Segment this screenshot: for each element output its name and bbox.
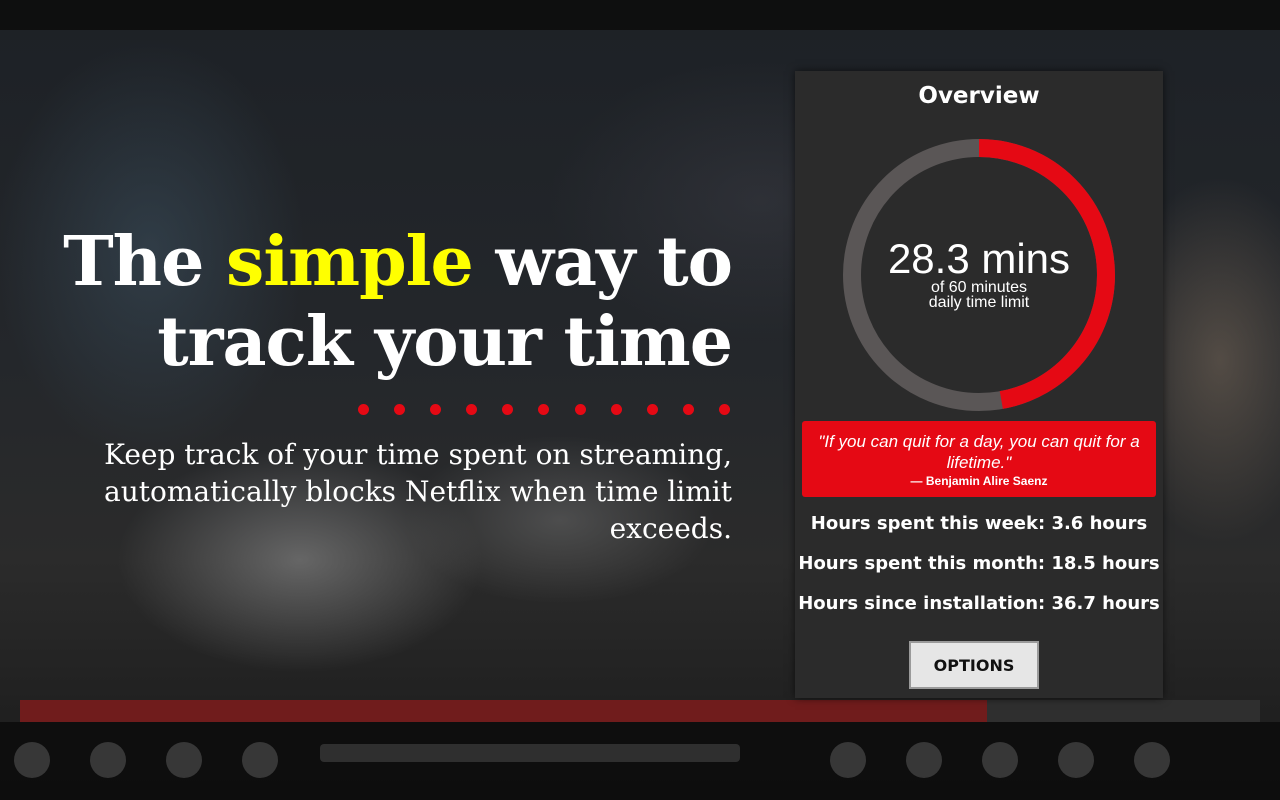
subtitle: Keep track of your time spent on streami…: [104, 438, 732, 545]
video-progress-fill: [20, 700, 988, 722]
usage-value: 28.3 mins: [887, 235, 1071, 282]
fullscreen-icon: [1134, 742, 1170, 778]
headline-line2: track your time: [157, 302, 733, 382]
options-button[interactable]: OPTIONS: [909, 641, 1039, 689]
divider-dot: [466, 404, 478, 415]
divider-dot: [538, 404, 550, 415]
speed-icon: [1058, 742, 1094, 778]
divider-dot: [502, 404, 514, 415]
quote-author: — Benjamin Alire Saenz: [910, 474, 1048, 488]
divider-dot: [682, 404, 694, 415]
usage-caption-line2: daily time limit: [928, 294, 1030, 311]
usage-caption: of 60 minutes daily time limit: [909, 280, 1049, 311]
next-episode-icon: [830, 742, 866, 778]
skip-forward-icon: [166, 742, 202, 778]
volume-icon: [242, 742, 278, 778]
episode-title-placeholder: [320, 744, 740, 762]
browser-top-bar: [0, 0, 1280, 30]
divider-dot: [610, 404, 622, 415]
divider-dot: [718, 404, 730, 415]
episodes-icon: [906, 742, 942, 778]
headline-after: way to: [472, 222, 733, 302]
stat-week: Hours spent this week: 3.6 hours: [810, 513, 1148, 534]
subtitles-icon: [982, 742, 1018, 778]
headline-highlight: simple: [226, 222, 474, 302]
skip-back-icon: [90, 742, 126, 778]
divider-dot: [394, 404, 406, 415]
quote-text: "If you can quit for a day, you can quit…: [818, 432, 1140, 472]
dot-divider: [358, 404, 730, 416]
stat-month: Hours spent this month: 18.5 hours: [798, 553, 1160, 574]
stat-install: Hours since installation: 36.7 hours: [798, 593, 1160, 614]
headline: The simple way to track your time: [32, 222, 733, 382]
extension-popup: Overview 28.3 mins of 60 minutes daily t…: [795, 71, 1163, 698]
popup-title: Overview: [918, 83, 1040, 109]
divider-dot: [646, 404, 658, 415]
quote-box: "If you can quit for a day, you can quit…: [802, 421, 1156, 497]
divider-dot: [358, 404, 369, 415]
headline-before: The: [63, 222, 227, 302]
divider-dot: [430, 404, 442, 415]
play-icon: [14, 742, 50, 778]
divider-dot: [574, 404, 586, 415]
